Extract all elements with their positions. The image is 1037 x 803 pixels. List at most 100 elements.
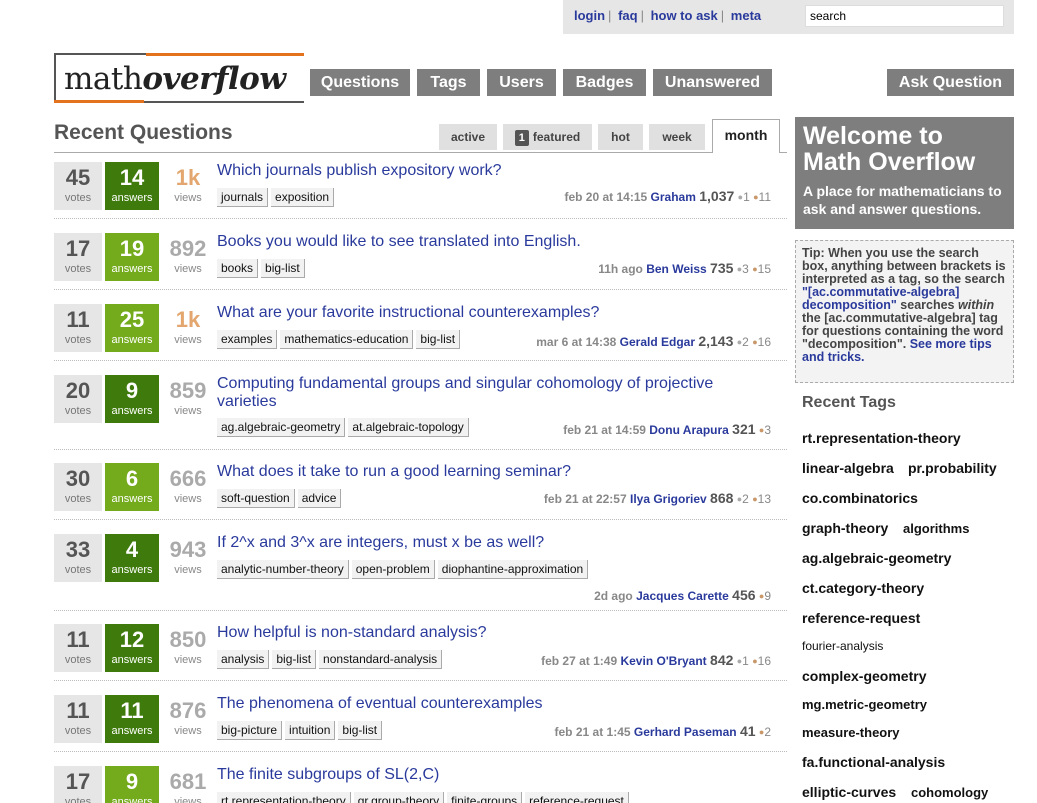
- recent-tag[interactable]: co.combinatorics: [802, 490, 918, 506]
- tab-active[interactable]: active: [439, 124, 497, 150]
- recent-tag[interactable]: linear-algebra: [802, 460, 894, 476]
- login-link[interactable]: login: [574, 8, 605, 23]
- question-title-link[interactable]: What does it take to run a good learning…: [217, 463, 737, 481]
- view-count: 666: [169, 466, 207, 491]
- activity-time: feb 21 at 14:59: [563, 423, 646, 437]
- tag-link[interactable]: big-list: [261, 259, 305, 278]
- nav-users[interactable]: Users: [487, 69, 556, 96]
- view-count-box: 943 views: [165, 534, 211, 582]
- tag-link[interactable]: nonstandard-analysis: [319, 650, 443, 669]
- recent-tag[interactable]: mg.metric-geometry: [802, 697, 927, 712]
- tag-link[interactable]: big-list: [338, 721, 383, 740]
- recent-tag[interactable]: ag.algebraic-geometry: [802, 550, 951, 566]
- vote-count-box: 45 votes: [54, 162, 102, 210]
- question-title-link[interactable]: The finite subgroups of SL(2,C): [217, 766, 737, 784]
- ask-question-button[interactable]: Ask Question: [887, 69, 1014, 96]
- vote-count: 20: [65, 378, 91, 403]
- recent-tag[interactable]: fa.functional-analysis: [802, 754, 945, 770]
- nav-questions[interactable]: Questions: [310, 69, 410, 96]
- tag-link[interactable]: advice: [297, 489, 342, 508]
- recent-tag[interactable]: pr.probability: [908, 460, 997, 476]
- tag-link[interactable]: soft-question: [217, 489, 295, 508]
- tag-link[interactable]: rt.representation-theory: [217, 792, 351, 803]
- tag-link[interactable]: big-list: [272, 650, 317, 669]
- question-row: 30 votes 6 answers 666 views What does it take…: [54, 463, 787, 520]
- user-reputation: 2,143: [698, 333, 734, 349]
- meta-link[interactable]: meta: [731, 8, 761, 23]
- question-meta: feb 27 at 1:49 Kevin O'Bryant 842 ●1 ●16: [541, 652, 771, 668]
- user-reputation: 842: [710, 652, 734, 668]
- recent-tag[interactable]: ct.category-theory: [802, 580, 924, 596]
- recent-tag[interactable]: algorithms: [903, 521, 969, 536]
- bronze-badge-count: 2: [764, 725, 771, 739]
- tag-link[interactable]: diophantine-approximation: [437, 560, 589, 579]
- answer-count: 11: [120, 698, 144, 723]
- view-count: 1k: [175, 165, 201, 190]
- nav-unanswered[interactable]: Unanswered: [653, 69, 772, 96]
- votes-label: votes: [64, 654, 92, 666]
- tag-link[interactable]: mathematics-education: [280, 330, 414, 349]
- recent-tag[interactable]: measure-theory: [802, 725, 900, 740]
- user-link[interactable]: Kevin O'Bryant: [620, 654, 706, 668]
- user-link[interactable]: Graham: [651, 190, 696, 204]
- recent-tag[interactable]: elliptic-curves: [802, 784, 896, 800]
- tag-link[interactable]: ag.algebraic-geometry: [217, 418, 346, 437]
- how-to-ask-link[interactable]: how to ask: [651, 8, 718, 23]
- user-link[interactable]: Jacques Carette: [636, 589, 729, 603]
- bronze-badge-count: 3: [764, 423, 771, 437]
- tag-link[interactable]: analysis: [217, 650, 270, 669]
- tag-link[interactable]: big-picture: [217, 721, 283, 740]
- site-logo[interactable]: mathoverflow: [54, 53, 304, 103]
- question-title-link[interactable]: Books you would like to see translated i…: [217, 233, 737, 251]
- vote-count: 30: [65, 466, 91, 491]
- answer-count-box: 6 answers: [105, 463, 159, 511]
- tab-hot[interactable]: hot: [598, 124, 643, 150]
- tag-link[interactable]: books: [217, 259, 259, 278]
- views-label: views: [174, 654, 202, 666]
- user-link[interactable]: Gerald Edgar: [620, 335, 695, 349]
- vote-count: 11: [66, 307, 90, 332]
- search-input[interactable]: [805, 5, 1004, 27]
- nav-tags[interactable]: Tags: [417, 69, 480, 96]
- recent-tag[interactable]: reference-request: [802, 610, 920, 626]
- tag-link[interactable]: finite-groups: [447, 792, 523, 803]
- tag-link[interactable]: gr.group-theory: [353, 792, 445, 803]
- tab-featured[interactable]: 1 featured: [503, 124, 592, 150]
- vote-count: 11: [66, 627, 90, 652]
- votes-label: votes: [64, 725, 92, 737]
- user-link[interactable]: Ilya Grigoriev: [630, 492, 707, 506]
- user-link[interactable]: Ben Weiss: [646, 262, 706, 276]
- question-title-link[interactable]: How helpful is non-standard analysis?: [217, 624, 737, 642]
- logo-accent-bottom: [54, 100, 144, 103]
- tag-link[interactable]: journals: [217, 188, 269, 207]
- tag-link[interactable]: intuition: [285, 721, 336, 740]
- logo-accent-top: [146, 53, 304, 56]
- question-title-link[interactable]: The phenomena of eventual counterexample…: [217, 695, 737, 713]
- tag-link[interactable]: at.algebraic-topology: [348, 418, 469, 437]
- tag-link[interactable]: analytic-number-theory: [217, 560, 349, 579]
- question-title-link[interactable]: Computing fundamental groups and singula…: [217, 375, 737, 411]
- recent-tag[interactable]: graph-theory: [802, 520, 888, 536]
- tag-link[interactable]: big-list: [416, 330, 461, 349]
- tag-link[interactable]: reference-request: [525, 792, 629, 803]
- tag-link[interactable]: open-problem: [351, 560, 435, 579]
- recent-tag[interactable]: fourier-analysis: [802, 639, 883, 653]
- view-count: 1k: [175, 307, 201, 332]
- answers-label: answers: [111, 263, 153, 275]
- question-title-link[interactable]: What are your favorite instructional cou…: [217, 304, 737, 322]
- user-link[interactable]: Gerhard Paseman: [634, 725, 737, 739]
- tag-link[interactable]: exposition: [271, 188, 335, 207]
- answers-label: answers: [111, 564, 153, 576]
- tag-link[interactable]: examples: [217, 330, 278, 349]
- user-link[interactable]: Donu Arapura: [649, 423, 729, 437]
- question-title-link[interactable]: If 2^x and 3^x are integers, must x be a…: [217, 534, 737, 552]
- recent-tag[interactable]: cohomology: [911, 785, 988, 800]
- tab-week[interactable]: week: [649, 124, 705, 150]
- tab-month[interactable]: month: [712, 119, 780, 153]
- recent-tag[interactable]: complex-geometry: [802, 668, 926, 684]
- answer-count: 25: [119, 307, 145, 332]
- faq-link[interactable]: faq: [618, 8, 638, 23]
- nav-badges[interactable]: Badges: [563, 69, 646, 96]
- recent-tag[interactable]: rt.representation-theory: [802, 430, 961, 446]
- question-title-link[interactable]: Which journals publish expository work?: [217, 162, 737, 180]
